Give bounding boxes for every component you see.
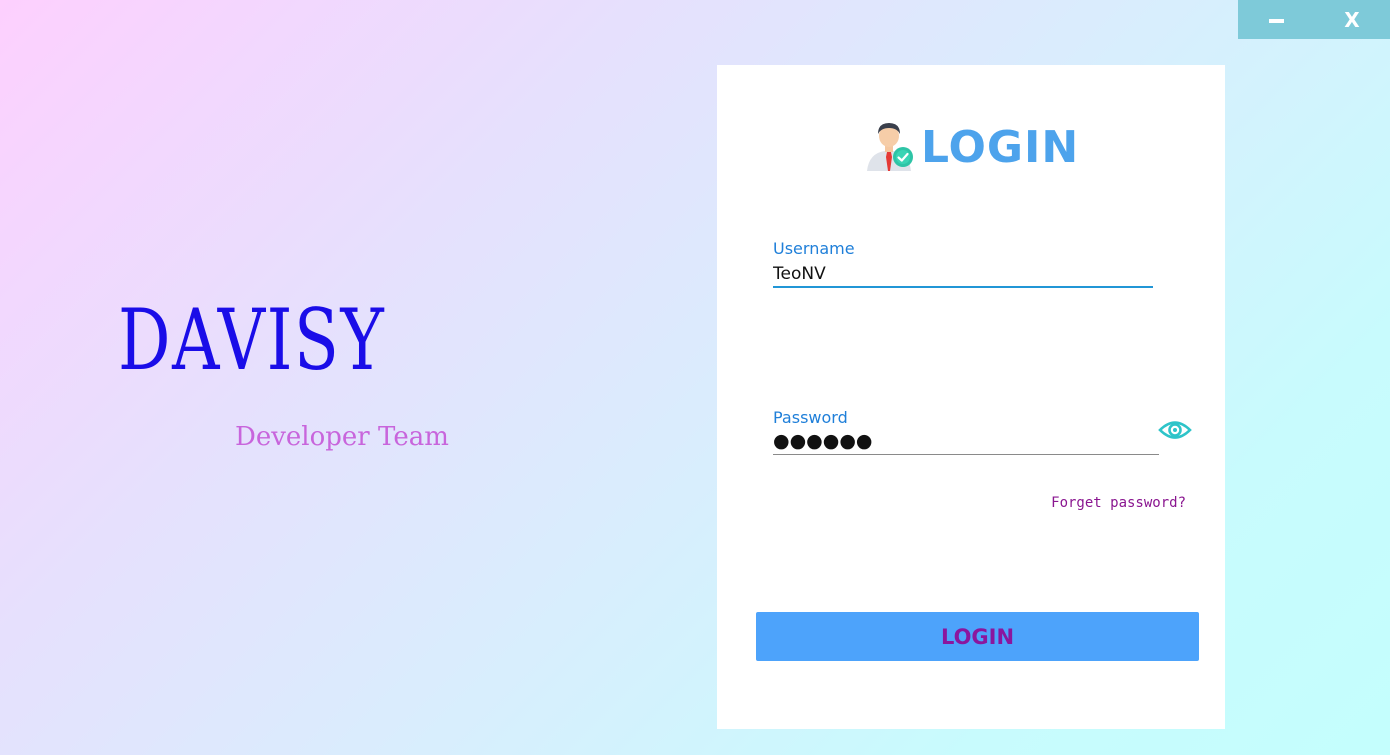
password-underline [773,454,1159,455]
password-label: Password [773,408,848,427]
login-title: LOGIN [921,121,1080,173]
forgot-password-link[interactable]: Forget password? [1051,495,1186,511]
login-header: LOGIN [863,119,1079,175]
minimize-button[interactable] [1238,0,1314,39]
login-button[interactable]: LOGIN [756,612,1199,661]
brand-subtitle: Developer Team [235,422,449,452]
verified-user-icon [863,119,915,175]
window-controls: X [1238,0,1390,39]
username-label: Username [773,239,855,258]
eye-icon [1158,418,1192,446]
close-icon: X [1344,7,1360,32]
password-input[interactable]: ●●●●●● [773,429,1157,453]
password-field: Password ●●●●●● [773,408,1159,455]
username-field: Username [773,239,1157,288]
minus-icon [1268,18,1284,23]
close-button[interactable]: X [1314,0,1390,39]
brand-title: DAVISY [118,291,386,389]
show-password-button[interactable] [1158,415,1192,449]
login-card: LOGIN Username Password ●●●●●● Forget pa… [717,65,1225,729]
username-underline [773,286,1153,288]
username-input[interactable] [773,262,1157,286]
